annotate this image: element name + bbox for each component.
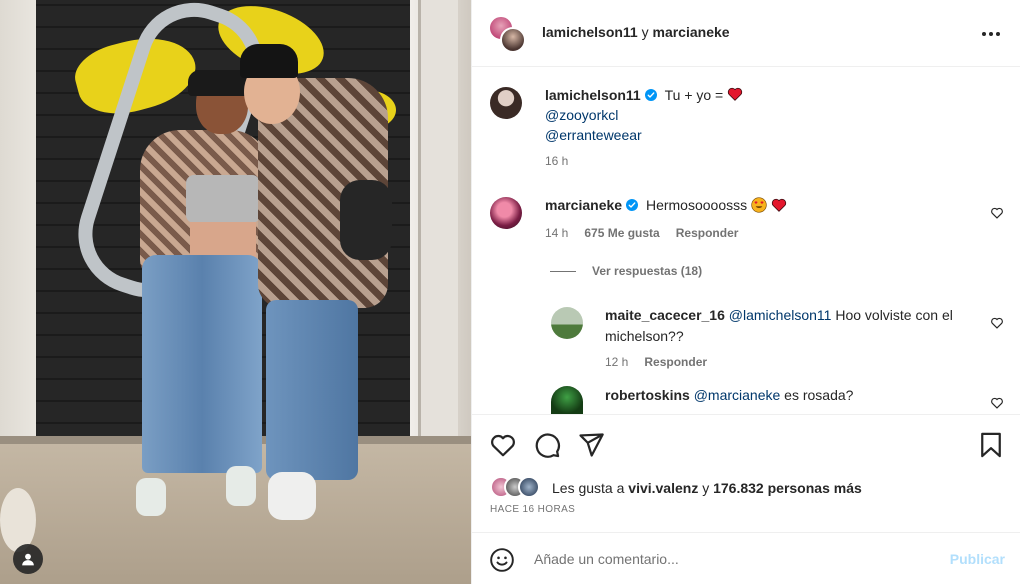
photo-boy-jeans (266, 300, 358, 480)
caption-mention[interactable]: @erranteweear (545, 126, 642, 145)
author-username-2[interactable]: marcianeke (653, 24, 730, 40)
caption-text: Tu + yo = (664, 87, 728, 103)
red-heart-icon (727, 87, 743, 101)
comment-icon[interactable] (533, 431, 561, 459)
collab-avatars[interactable] (488, 15, 528, 55)
photo-wall-right (410, 0, 471, 460)
photo-boy-cap (240, 44, 298, 78)
likes-connector: y (698, 480, 714, 496)
photo-girl-jeans (142, 255, 262, 473)
avatar[interactable] (551, 307, 583, 339)
reply-username[interactable]: robertoskins (605, 387, 690, 403)
verified-icon (626, 199, 639, 211)
reply-line: maite_cacecer_16 @lamichelson11 Hoo volv… (605, 306, 975, 325)
reply-timestamp[interactable]: 12 h (605, 355, 628, 369)
comment-username[interactable]: marcianeke (545, 197, 622, 213)
reply-text: es rosada? (780, 387, 854, 403)
comment-timestamp[interactable]: 14 h (545, 226, 568, 240)
reply-text-continued: michelson?? (605, 328, 684, 344)
comment-text: Hermosoooosss (645, 197, 748, 213)
author-connector: y (637, 24, 653, 40)
emoji-icon[interactable] (489, 547, 515, 573)
comment-meta: 14 h 675 Me gusta Responder (545, 226, 754, 240)
reply-line: robertoskins @marcianeke es rosada? (605, 386, 853, 405)
reply-mention[interactable]: @lamichelson11 (729, 307, 832, 323)
post-timestamp[interactable]: HACE 16 HORAS (490, 504, 575, 515)
author-username-1[interactable]: lamichelson11 (542, 24, 638, 40)
like-comment-icon[interactable] (990, 316, 1004, 330)
likers-avatars[interactable] (490, 476, 550, 500)
post-author-names: lamichelson11 y marcianeke (542, 24, 730, 40)
comment-input[interactable] (534, 548, 934, 570)
post-header: lamichelson11 y marcianeke (472, 0, 1020, 67)
photo-dog (0, 488, 36, 552)
heart-eyes-icon (751, 197, 767, 213)
caption-username[interactable]: lamichelson11 (545, 87, 641, 103)
caption-timestamp[interactable]: 16 h (545, 154, 568, 168)
reply-text: Hoo volviste con el (831, 307, 953, 323)
comment-line: marcianeke Hermosoooosss (545, 196, 787, 215)
avatar[interactable] (490, 87, 522, 119)
caption-line: lamichelson11 Tu + yo = (545, 86, 743, 105)
like-comment-icon[interactable] (990, 206, 1004, 220)
avatar[interactable] (500, 27, 526, 53)
post-detail-panel: lamichelson11 y marcianeke lamichelson11… (471, 0, 1020, 584)
comment-likes-count[interactable]: 675 Me gusta (584, 226, 659, 240)
red-heart-icon (771, 198, 787, 212)
user-tag-icon[interactable] (13, 544, 43, 574)
reply-button[interactable]: Responder (676, 226, 739, 240)
share-icon[interactable] (577, 431, 605, 459)
likes-count[interactable]: 176.832 personas más (713, 480, 862, 496)
avatar[interactable] (490, 197, 522, 229)
avatar (518, 476, 540, 498)
publish-button[interactable]: Publicar (950, 551, 1005, 567)
view-replies-label: Ver respuestas (18) (592, 264, 703, 278)
view-replies-button[interactable]: Ver respuestas (18) (550, 264, 702, 278)
caption-mention[interactable]: @zooyorkcl (545, 106, 618, 125)
more-options-icon[interactable] (979, 22, 1003, 46)
reply-username[interactable]: maite_cacecer_16 (605, 307, 725, 323)
avatar[interactable] (551, 386, 583, 414)
verified-icon (644, 89, 657, 101)
save-icon[interactable] (977, 431, 1005, 459)
comment-bar: Publicar (472, 532, 1020, 584)
likes-summary: Les gusta a vivi.valenz y 176.832 person… (552, 480, 862, 496)
post-photo[interactable] (0, 0, 471, 584)
reply-button[interactable]: Responder (644, 355, 707, 369)
like-comment-icon[interactable] (990, 396, 1004, 410)
reply-mention[interactable]: @marcianeke (694, 387, 781, 403)
reply-meta: 12 h Responder (605, 355, 723, 369)
like-icon[interactable] (489, 431, 517, 459)
likes-prefix: Les gusta a (552, 480, 629, 496)
liker-username[interactable]: vivi.valenz (628, 480, 698, 496)
